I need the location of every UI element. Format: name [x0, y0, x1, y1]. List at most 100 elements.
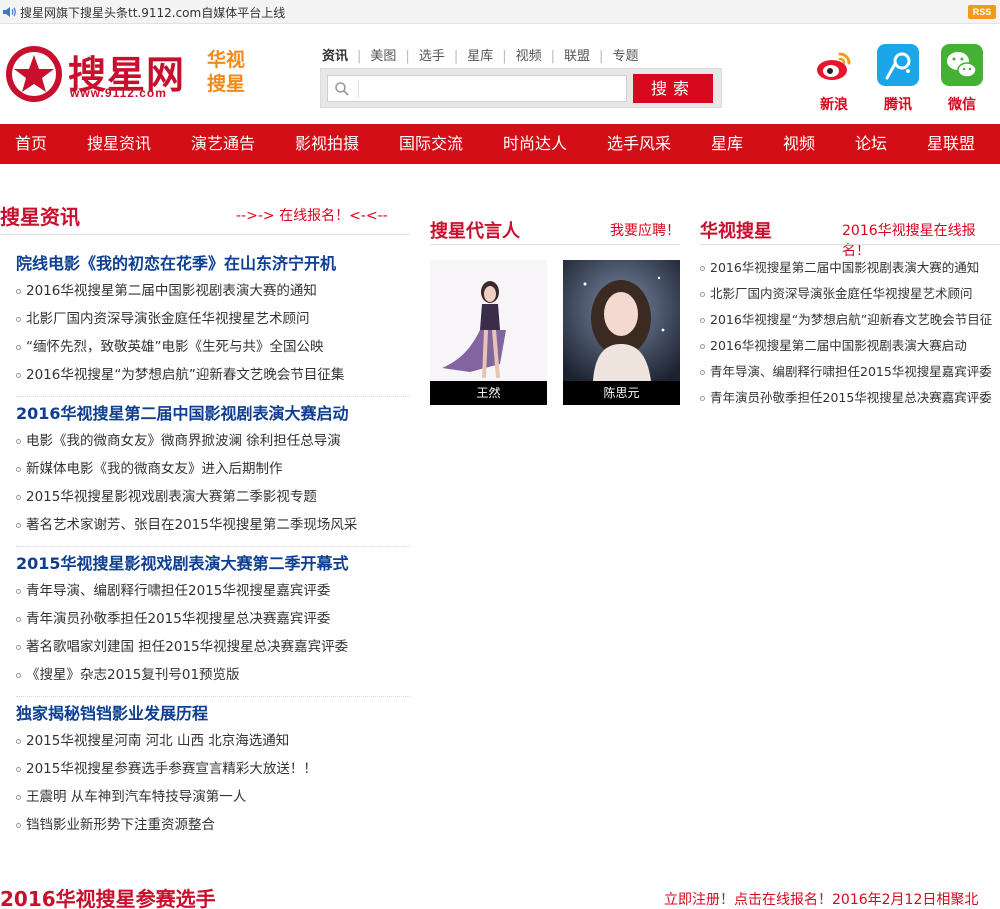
speaker-icon [3, 7, 16, 17]
search-tab[interactable]: 视频 [516, 45, 542, 64]
nav-item-filming[interactable]: 影视拍摄 [295, 124, 359, 164]
nav-item-forum[interactable]: 论坛 [855, 124, 887, 164]
spokes-section-title: 搜星代言人 [430, 221, 520, 242]
list-item[interactable]: 北影厂国内资深导演张金庭任华视搜星艺术顾问 [16, 305, 344, 333]
weibo-icon [817, 52, 851, 80]
news-list: 2015华视搜星河南 河北 山西 北京海选通知 2015华视搜星参赛选手参赛宣言… [16, 727, 317, 839]
social-wechat[interactable]: 微信 [938, 44, 986, 114]
social-tencent[interactable]: 腾讯 [874, 44, 922, 114]
list-item[interactable]: 青年导演、编剧释行啸担任2015华视搜星嘉宾评委 [700, 359, 992, 385]
list-item[interactable]: 2015华视搜星参赛选手参赛宣言精彩大放送！！ [16, 755, 317, 783]
huashi-signup-link[interactable]: 2016华视搜星在线报名！ [842, 220, 1000, 260]
list-item[interactable]: “缅怀先烈，致敬英雄”电影《生死与共》全国公映 [16, 333, 344, 361]
search-tab[interactable]: 资讯 [322, 45, 348, 64]
news-headline[interactable]: 2016华视搜星第二届中国影视剧表演大赛启动 [16, 400, 349, 424]
nav-item-fashion[interactable]: 时尚达人 [503, 124, 567, 164]
social-weibo[interactable]: 新浪 [810, 44, 858, 114]
search-tab[interactable]: 星库 [467, 45, 493, 64]
news-divider [16, 396, 410, 397]
logo-slogan: 华视搜星 [207, 49, 246, 95]
tencent-weibo-icon [877, 44, 919, 86]
spokesperson-card[interactable]: 王然 [430, 260, 547, 405]
news-divider [16, 546, 410, 547]
list-item[interactable]: 2016华视搜星“为梦想启航”迎新春文艺晚会节目征 [700, 307, 992, 333]
search-category-tabs: 资讯 | 美图 | 选手 | 星库 | 视频 | 联盟 | 专题 [322, 45, 638, 64]
tab-separator: | [599, 49, 604, 64]
social-label: 新浪 [820, 97, 848, 113]
news-headline[interactable]: 院线电影《我的初恋在花季》在山东济宁开机 [16, 250, 336, 274]
news-section-title: 搜星资讯 [0, 205, 80, 229]
news-section-rule [0, 234, 410, 235]
search-tab[interactable]: 美图 [370, 45, 396, 64]
huashi-news-list: 2016华视搜星第二届中国影视剧表演大赛的通知 北影厂国内资深导演张金庭任华视搜… [700, 255, 992, 411]
nav-item-alliance[interactable]: 星联盟 [927, 124, 975, 164]
search-divider [358, 80, 359, 98]
spokesperson-photo [430, 260, 547, 381]
nav-item-contestants[interactable]: 选手风采 [607, 124, 671, 164]
tab-separator: | [357, 49, 362, 64]
tab-separator: | [453, 49, 459, 64]
list-item[interactable]: 《搜星》杂志2015复刊号01预览版 [16, 661, 348, 689]
top-notice-bar: 搜星网旗下搜星头条tt.9112.com自媒体平台上线 RSS [0, 0, 1000, 24]
register-link[interactable]: 立即注册！点击在线报名！2016年2月12日相聚北京！ [664, 889, 1000, 909]
site-logo[interactable]: 搜星网 www.9112.com 华视搜星 [4, 44, 254, 106]
list-item[interactable]: 2016华视搜星第二届中国影视剧表演大赛的通知 [16, 277, 344, 305]
spokesperson-photo [563, 260, 680, 381]
nav-item-notices[interactable]: 演艺通告 [191, 124, 255, 164]
spokes-section-rule [430, 244, 680, 245]
contestants-section-title: 2016华视搜星参赛选手 [0, 887, 216, 909]
nav-item-stars[interactable]: 星库 [711, 124, 743, 164]
huashi-section-rule [700, 244, 1000, 245]
search-tab[interactable]: 选手 [419, 45, 445, 64]
list-item[interactable]: 2016华视搜星第二届中国影视剧表演大赛的通知 [700, 255, 992, 281]
rss-icon[interactable]: RSS [968, 5, 996, 19]
spokesperson-name: 陈思元 [563, 381, 680, 405]
tab-separator: | [550, 49, 556, 64]
apply-link[interactable]: 我要应聘！ [610, 220, 680, 240]
list-item[interactable]: 2015华视搜星影视戏剧表演大赛第二季影视专题 [16, 483, 357, 511]
list-item[interactable]: 2016华视搜星“为梦想启航”迎新春文艺晚会节目征集 [16, 361, 344, 389]
wechat-icon [941, 44, 983, 86]
search-icon [335, 82, 349, 96]
top-notice-link[interactable]: 搜星网旗下搜星头条tt.9112.com自媒体平台上线 [20, 4, 285, 21]
tab-separator: | [405, 49, 410, 64]
news-list: 电影《我的微商女友》微商界掀波澜 徐利担任总导演 新媒体电影《我的微商女友》进入… [16, 427, 357, 539]
social-label: 腾讯 [884, 97, 912, 113]
huashi-section-title: 华视搜星 [700, 221, 772, 242]
list-item[interactable]: 2016华视搜星第二届中国影视剧表演大赛启动 [700, 333, 992, 359]
search-button[interactable]: 搜索 [633, 74, 713, 103]
news-headline[interactable]: 2015华视搜星影视戏剧表演大赛第二季开幕式 [16, 550, 349, 574]
list-item[interactable]: 青年导演、编剧释行啸担任2015华视搜星嘉宾评委 [16, 577, 348, 605]
list-item[interactable]: 青年演员孙敬季担任2015华视搜星总决赛嘉宾评委 [700, 385, 992, 411]
spokesperson-name: 王然 [430, 381, 547, 405]
nav-item-intl[interactable]: 国际交流 [399, 124, 463, 164]
search-input[interactable] [364, 79, 622, 99]
tab-separator: | [502, 49, 507, 64]
star-logo-icon [6, 46, 62, 102]
news-list: 2016华视搜星第二届中国影视剧表演大赛的通知 北影厂国内资深导演张金庭任华视搜… [16, 277, 344, 389]
search-input-wrap [327, 75, 627, 102]
logo-url-text: www.9112.com [70, 86, 167, 100]
list-item[interactable]: 北影厂国内资深导演张金庭任华视搜星艺术顾问 [700, 281, 992, 307]
list-item[interactable]: 著名艺术家谢芳、张目在2015华视搜星第二季现场风采 [16, 511, 357, 539]
list-item[interactable]: 2015华视搜星河南 河北 山西 北京海选通知 [16, 727, 317, 755]
news-list: 青年导演、编剧释行啸担任2015华视搜星嘉宾评委 青年演员孙敬季担任2015华视… [16, 577, 348, 689]
social-label: 微信 [948, 97, 976, 113]
list-item[interactable]: 新媒体电影《我的微商女友》进入后期制作 [16, 455, 357, 483]
news-divider [16, 696, 410, 697]
main-nav: 首页 搜星资讯 演艺通告 影视拍摄 国际交流 时尚达人 选手风采 星库 视频 论… [0, 124, 1000, 164]
spokesperson-card[interactable]: 陈思元 [563, 260, 680, 405]
list-item[interactable]: 青年演员孙敬季担任2015华视搜星总决赛嘉宾评委 [16, 605, 348, 633]
search-box: 搜索 [320, 68, 722, 108]
list-item[interactable]: 铛铛影业新形势下注重资源整合 [16, 811, 317, 839]
nav-item-home[interactable]: 首页 [15, 124, 47, 164]
search-tab[interactable]: 联盟 [564, 45, 590, 64]
news-headline[interactable]: 独家揭秘铛铛影业发展历程 [16, 700, 208, 724]
nav-item-news[interactable]: 搜星资讯 [87, 124, 151, 164]
list-item[interactable]: 王震明 从车神到汽车特技导演第一人 [16, 783, 317, 811]
online-signup-link[interactable]: -->-> 在线报名！<-<-- [236, 205, 388, 225]
nav-item-video[interactable]: 视频 [783, 124, 815, 164]
list-item[interactable]: 著名歌唱家刘建国 担任2015华视搜星总决赛嘉宾评委 [16, 633, 348, 661]
search-tab[interactable]: 专题 [612, 45, 638, 64]
list-item[interactable]: 电影《我的微商女友》微商界掀波澜 徐利担任总导演 [16, 427, 357, 455]
